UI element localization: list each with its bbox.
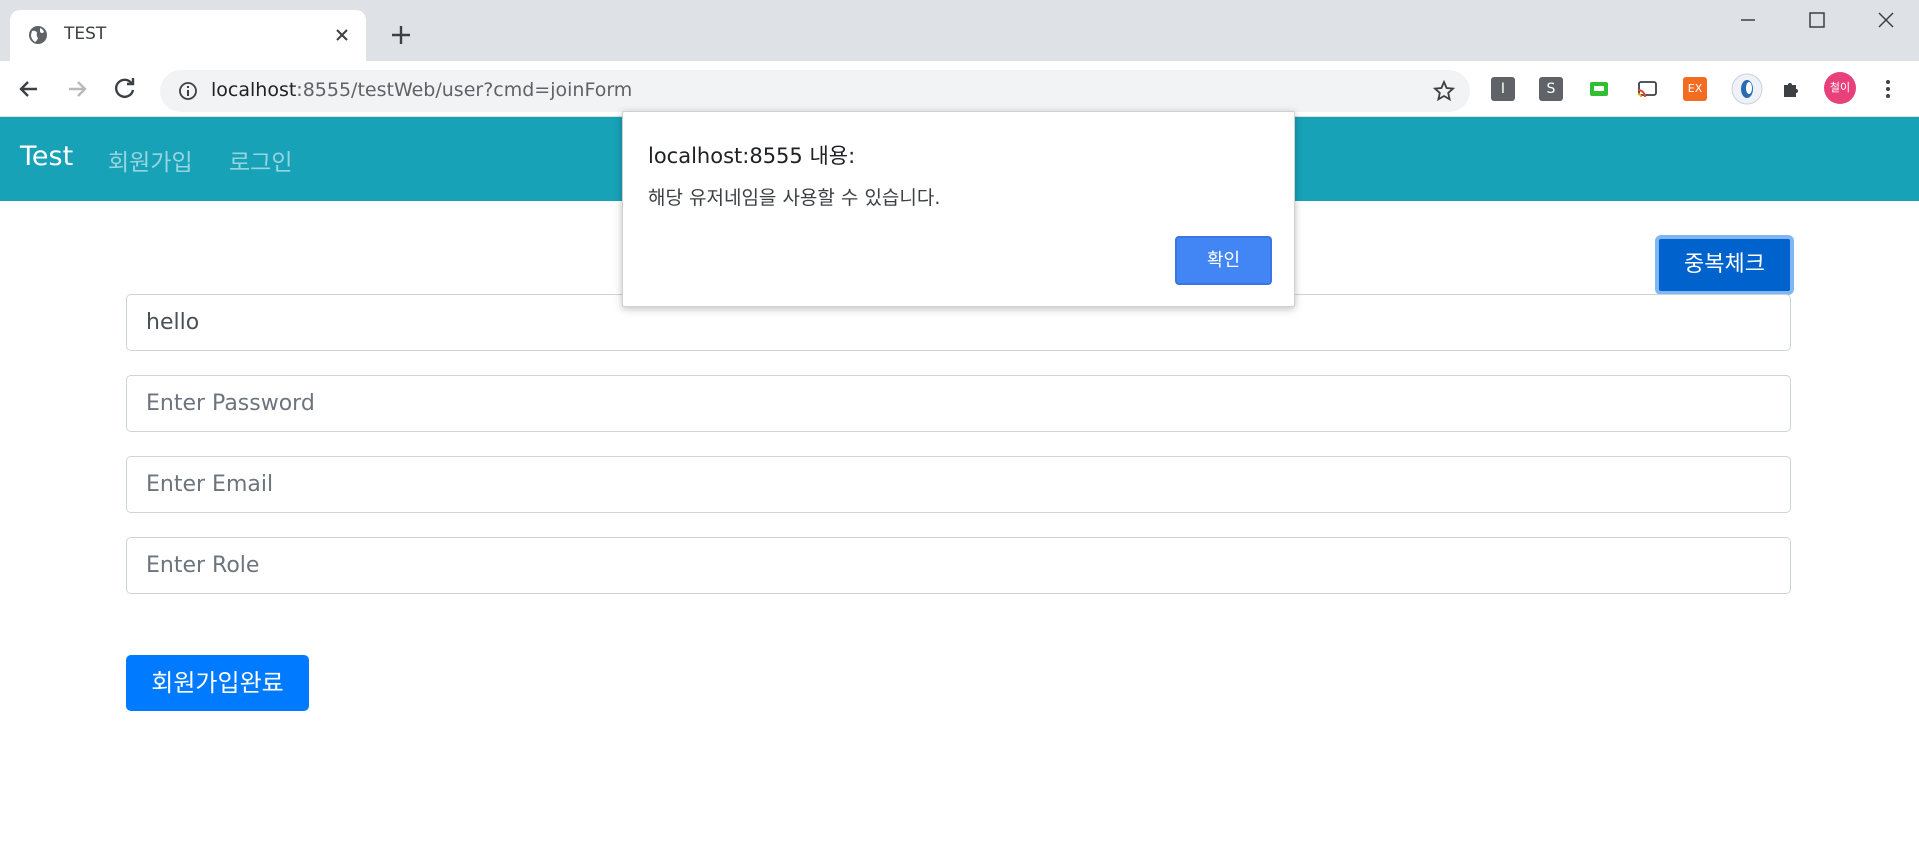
new-tab-icon[interactable] bbox=[389, 23, 413, 47]
url-path: :8555/testWeb/user?cmd=joinForm bbox=[296, 79, 633, 101]
tab-title: TEST bbox=[64, 24, 107, 44]
forward-icon[interactable] bbox=[63, 75, 91, 103]
join-submit-button[interactable]: 회원가입완료 bbox=[126, 655, 309, 711]
brand-link[interactable]: Test bbox=[20, 141, 73, 172]
dialog-message: 해당 유저네임을 사용할 수 있습니다. bbox=[648, 187, 941, 209]
extension-ex-icon[interactable]: EX bbox=[1683, 77, 1707, 101]
back-icon[interactable] bbox=[15, 75, 43, 103]
browser-toolbar: localhost:8555/testWeb/user?cmd=joinForm… bbox=[0, 61, 1919, 117]
maximize-icon[interactable] bbox=[1807, 10, 1827, 30]
extension-circle-icon[interactable] bbox=[1731, 73, 1763, 105]
browser-tab[interactable]: TEST bbox=[10, 10, 366, 61]
extensions-puzzle-icon[interactable] bbox=[1779, 77, 1803, 101]
extension-s-icon[interactable]: S bbox=[1539, 77, 1563, 101]
bookmark-star-icon[interactable] bbox=[1432, 79, 1456, 103]
url-host: localhost bbox=[211, 79, 297, 101]
extension-cast-icon[interactable] bbox=[1635, 77, 1659, 101]
dialog-title: localhost:8555 내용: bbox=[648, 144, 856, 168]
email-field[interactable] bbox=[126, 456, 1791, 513]
window-close-icon[interactable] bbox=[1876, 10, 1896, 30]
address-bar[interactable]: localhost:8555/testWeb/user?cmd=joinForm bbox=[160, 70, 1470, 112]
extension-i-icon[interactable]: I bbox=[1491, 77, 1515, 101]
nav-link-join[interactable]: 회원가입 bbox=[108, 143, 193, 177]
url-text[interactable]: localhost:8555/testWeb/user?cmd=joinForm bbox=[211, 79, 632, 101]
globe-icon bbox=[29, 26, 47, 44]
password-field[interactable] bbox=[126, 375, 1791, 432]
role-field[interactable] bbox=[126, 537, 1791, 594]
ok-button[interactable]: 확인 bbox=[1175, 236, 1272, 285]
tab-bar: TEST bbox=[0, 0, 1919, 61]
duplicate-check-button[interactable]: 중복체크 bbox=[1655, 235, 1794, 295]
close-icon[interactable] bbox=[332, 25, 352, 45]
minimize-icon[interactable] bbox=[1738, 10, 1758, 30]
alert-dialog: localhost:8555 내용: 해당 유저네임을 사용할 수 있습니다. … bbox=[622, 111, 1295, 307]
avatar[interactable]: 철이 bbox=[1824, 72, 1856, 104]
kebab-menu-icon[interactable] bbox=[1876, 77, 1900, 101]
nav-link-login[interactable]: 로그인 bbox=[229, 143, 292, 177]
reload-icon[interactable] bbox=[111, 75, 139, 103]
info-icon[interactable] bbox=[178, 81, 198, 101]
extension-green-icon[interactable] bbox=[1587, 77, 1611, 101]
